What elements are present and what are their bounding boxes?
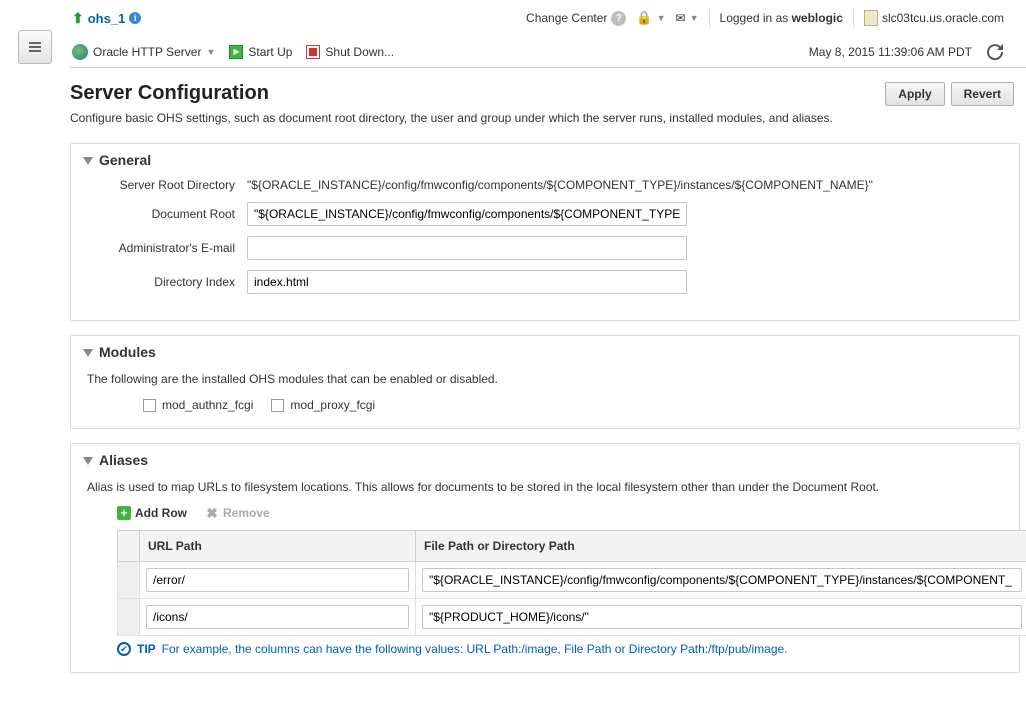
- hamburger-icon: [27, 39, 43, 55]
- file-path-header: File Path or Directory Path: [416, 531, 1026, 562]
- nav-toggle-button[interactable]: [18, 30, 52, 64]
- content-scroll-area[interactable]: Server Configuration Configure basic OHS…: [70, 68, 1026, 722]
- start-up-button[interactable]: ▶ Start Up: [229, 45, 292, 59]
- general-heading: General: [99, 152, 151, 168]
- refresh-icon: [987, 44, 1003, 60]
- info-icon[interactable]: i: [129, 12, 141, 24]
- stop-icon: [306, 45, 320, 59]
- divider: [853, 9, 854, 27]
- module-checkbox-proxy[interactable]: mod_proxy_fcgi: [271, 398, 375, 412]
- refresh-button[interactable]: [986, 43, 1004, 61]
- modules-panel: Modules The following are the installed …: [70, 335, 1020, 429]
- aliases-table: URL Path File Path or Directory Path: [117, 530, 1026, 636]
- change-center-label: Change Center: [526, 11, 607, 25]
- add-row-label: Add Row: [135, 506, 187, 520]
- modules-note: The following are the installed OHS modu…: [87, 372, 1003, 386]
- url-path-header: URL Path: [140, 531, 416, 562]
- tip-text: For example, the columns can have the fo…: [162, 642, 788, 656]
- plus-icon: +: [117, 506, 131, 520]
- chevron-down-icon: ▼: [657, 13, 666, 23]
- play-icon: ▶: [229, 45, 243, 59]
- hostname: slc03tcu.us.oracle.com: [882, 11, 1004, 25]
- server-type-label: Oracle HTTP Server: [93, 45, 201, 59]
- tip-row: ✔ TIP For example, the columns can have …: [117, 642, 1003, 656]
- start-up-label: Start Up: [248, 45, 292, 59]
- directory-index-label: Directory Index: [87, 275, 247, 289]
- logged-in-prefix: Logged in as: [720, 11, 789, 25]
- table-handle-header: [118, 531, 140, 562]
- tip-label: TIP: [137, 642, 156, 656]
- mail-menu[interactable]: ✉ ▼: [676, 11, 699, 25]
- checkbox-icon: [143, 399, 156, 412]
- aliases-heading: Aliases: [99, 452, 148, 468]
- module-checkbox-authnz[interactable]: mod_authnz_fcgi: [143, 398, 253, 412]
- logged-in-user: weblogic: [792, 11, 843, 25]
- document-root-label: Document Root: [87, 207, 247, 221]
- mail-icon: ✉: [676, 11, 686, 25]
- table-row[interactable]: [118, 599, 1026, 636]
- timestamp: May 8, 2015 11:39:06 AM PDT: [809, 45, 972, 59]
- chevron-down-icon: ▼: [206, 47, 215, 57]
- aliases-panel: Aliases Alias is used to map URLs to fil…: [70, 443, 1020, 673]
- module-label: mod_proxy_fcgi: [290, 398, 375, 412]
- breadcrumb: ⬆ ohs_1 i: [72, 10, 141, 27]
- apply-button[interactable]: Apply: [885, 82, 944, 106]
- file-path-input[interactable]: [422, 568, 1022, 592]
- checkbox-icon: [271, 399, 284, 412]
- x-icon: ✖: [205, 506, 219, 520]
- breadcrumb-target-link[interactable]: ohs_1: [88, 11, 126, 26]
- aliases-note: Alias is used to map URLs to filesystem …: [87, 480, 1003, 494]
- aliases-panel-header[interactable]: Aliases: [71, 444, 1019, 474]
- admin-email-label: Administrator's E-mail: [87, 241, 247, 255]
- divider: [709, 9, 710, 27]
- logged-in-status: Logged in as weblogic: [720, 11, 843, 25]
- remove-label: Remove: [223, 506, 270, 520]
- disclosure-icon: [83, 157, 93, 165]
- row-handle[interactable]: [118, 599, 140, 636]
- lock-icon: 🔒: [636, 10, 652, 26]
- directory-index-input[interactable]: [247, 270, 687, 294]
- modules-panel-header[interactable]: Modules: [71, 336, 1019, 366]
- url-path-input[interactable]: [146, 568, 409, 592]
- server-root-label: Server Root Directory: [87, 178, 247, 192]
- remove-button: ✖ Remove: [205, 506, 270, 520]
- disclosure-icon: [83, 349, 93, 357]
- up-arrow-icon: ⬆: [72, 10, 84, 27]
- host-indicator: slc03tcu.us.oracle.com: [864, 10, 1004, 26]
- shut-down-button[interactable]: Shut Down...: [306, 45, 394, 59]
- row-handle[interactable]: [118, 562, 140, 599]
- disclosure-icon: [83, 457, 93, 465]
- change-center-menu[interactable]: Change Center ?: [526, 11, 626, 26]
- url-path-input[interactable]: [146, 605, 409, 629]
- chevron-down-icon: ▼: [690, 13, 699, 23]
- general-panel: General Server Root Directory "${ORACLE_…: [70, 143, 1020, 321]
- revert-button[interactable]: Revert: [951, 82, 1014, 106]
- help-icon: ?: [611, 11, 626, 26]
- server-root-value: "${ORACLE_INSTANCE}/config/fmwconfig/com…: [247, 178, 1003, 192]
- module-label: mod_authnz_fcgi: [162, 398, 253, 412]
- table-row[interactable]: [118, 562, 1026, 599]
- general-panel-header[interactable]: General: [71, 144, 1019, 174]
- add-row-button[interactable]: + Add Row: [117, 506, 187, 520]
- document-icon: [864, 10, 878, 26]
- document-root-input[interactable]: [247, 202, 687, 226]
- modules-heading: Modules: [99, 344, 156, 360]
- page-title: Server Configuration: [70, 82, 885, 105]
- lock-menu[interactable]: 🔒 ▼: [636, 10, 665, 26]
- page-description: Configure basic OHS settings, such as do…: [70, 111, 885, 125]
- shut-down-label: Shut Down...: [325, 45, 394, 59]
- tip-icon: ✔: [117, 642, 131, 656]
- server-type-menu[interactable]: Oracle HTTP Server ▼: [72, 44, 215, 60]
- admin-email-input[interactable]: [247, 236, 687, 260]
- file-path-input[interactable]: [422, 605, 1022, 629]
- globe-icon: [72, 44, 88, 60]
